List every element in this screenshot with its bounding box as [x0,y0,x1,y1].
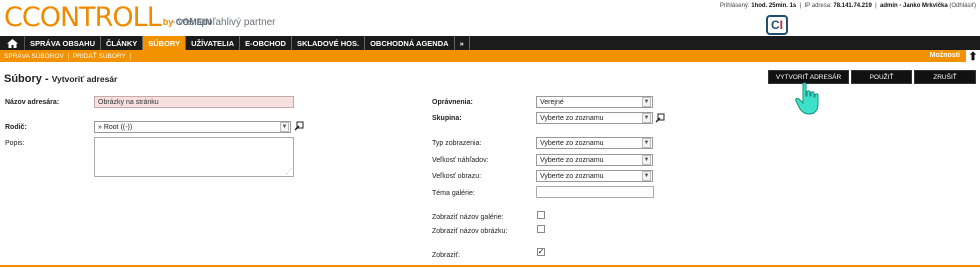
subnav-sprava-suborov[interactable]: SPRÁVA SÚBOROV [0,52,69,60]
image-size-select[interactable]: Vyberte zo zoznamu ▼ [536,170,653,182]
image-size-label: Veľkosť obrazu: [432,173,482,180]
hand-pointer-icon [794,82,824,118]
chevron-down-icon: ▼ [642,138,651,148]
chevron-down-icon: ▼ [642,171,651,181]
apply-button[interactable]: POUŽIŤ [851,70,912,84]
resize-handle-icon[interactable]: ⋰ [286,168,292,175]
permissions-label: Oprávnenia: [432,99,473,106]
nav-clanky[interactable]: ČLÁNKY [101,36,144,50]
options-link[interactable]: Možnosti [930,52,960,59]
folder-name-label: Názov adresára: [5,99,60,106]
folder-name-input[interactable]: Obrázky na stránku [94,96,294,108]
picker-icon[interactable] [655,113,665,125]
nav-sprava-obsahu[interactable]: SPRÁVA OBSAHU [25,36,102,50]
display-type-select[interactable]: Vyberte zo zoznamu ▼ [536,137,653,149]
arrow-up-icon[interactable]: ⬆ [966,50,980,63]
chevron-down-icon: ▼ [280,122,289,132]
main-nav: SPRÁVA OBSAHU ČLÁNKY SÚBORY UŽÍVATELIA E… [0,36,980,50]
chevron-down-icon: ▼ [642,97,651,107]
description-label: Popis: [5,140,25,147]
subnav-pridat-subory[interactable]: PRIDAŤ SÚBORY [69,52,131,60]
gallery-theme-input[interactable] [536,186,654,198]
display-type-label: Typ zobrazenia: [432,140,482,147]
parent-select[interactable]: » Root ((-)) ▼ [94,121,291,133]
tagline: - váš spoľahlivý partner [172,17,276,28]
parent-label: Rodič: [5,124,27,131]
thumb-size-select[interactable]: Vyberte zo zoznamu ▼ [536,154,653,166]
nav-skladove-hos[interactable]: SKLADOVÉ HOS. [292,36,366,50]
nav-obchodna-agenda[interactable]: OBCHODNÁ AGENDA [365,36,455,50]
sub-nav: SPRÁVA SÚBOROV PRIDAŤ SÚBORY [0,50,980,62]
ci-logo-icon: CI [766,15,788,35]
show-image-name-checkbox[interactable] [537,225,545,233]
group-select[interactable]: Vyberte zo zoznamu ▼ [536,112,653,124]
picker-icon[interactable] [294,121,304,133]
group-label: Skupina: [432,115,462,122]
thumb-size-label: Veľkosť náhľadov: [432,157,489,164]
checkmark-icon: ✓ [537,247,545,256]
footer-divider [0,265,980,267]
nav-subory[interactable]: SÚBORY [143,36,187,50]
nav-more[interactable]: » [455,36,470,50]
show-label: Zobraziť: [432,252,460,259]
home-icon[interactable] [0,36,25,50]
gallery-theme-label: Téma galérie: [432,190,475,197]
permissions-select[interactable]: Verejné ▼ [536,96,653,108]
description-textarea[interactable]: ⋰ [94,137,294,177]
current-user: admin - Janko Mrkvička [880,3,948,9]
chevron-down-icon: ▼ [642,113,651,123]
show-gallery-name-checkbox[interactable] [537,211,545,219]
nav-uzivatelia[interactable]: UŽÍVATELIA [186,36,241,50]
show-gallery-name-label: Zobraziť názov galérie: [432,214,504,221]
nav-e-obchod[interactable]: E-OBCHOD [240,36,292,50]
show-image-name-label: Zobraziť názov obrázku: [432,228,508,235]
logout-link[interactable]: (Odhlásiť) [949,3,976,9]
chevron-down-icon: ▼ [642,155,651,165]
session-info: Prihlásený: 1hod. 25min. 1s | IP adresa:… [719,3,976,9]
cancel-button[interactable]: ZRUŠIŤ [914,70,976,84]
logo-text: CCONTROLL [4,2,162,33]
show-checkbox[interactable]: ✓ [537,248,545,256]
page-title: Súbory - Vytvoriť adresár [4,73,118,85]
